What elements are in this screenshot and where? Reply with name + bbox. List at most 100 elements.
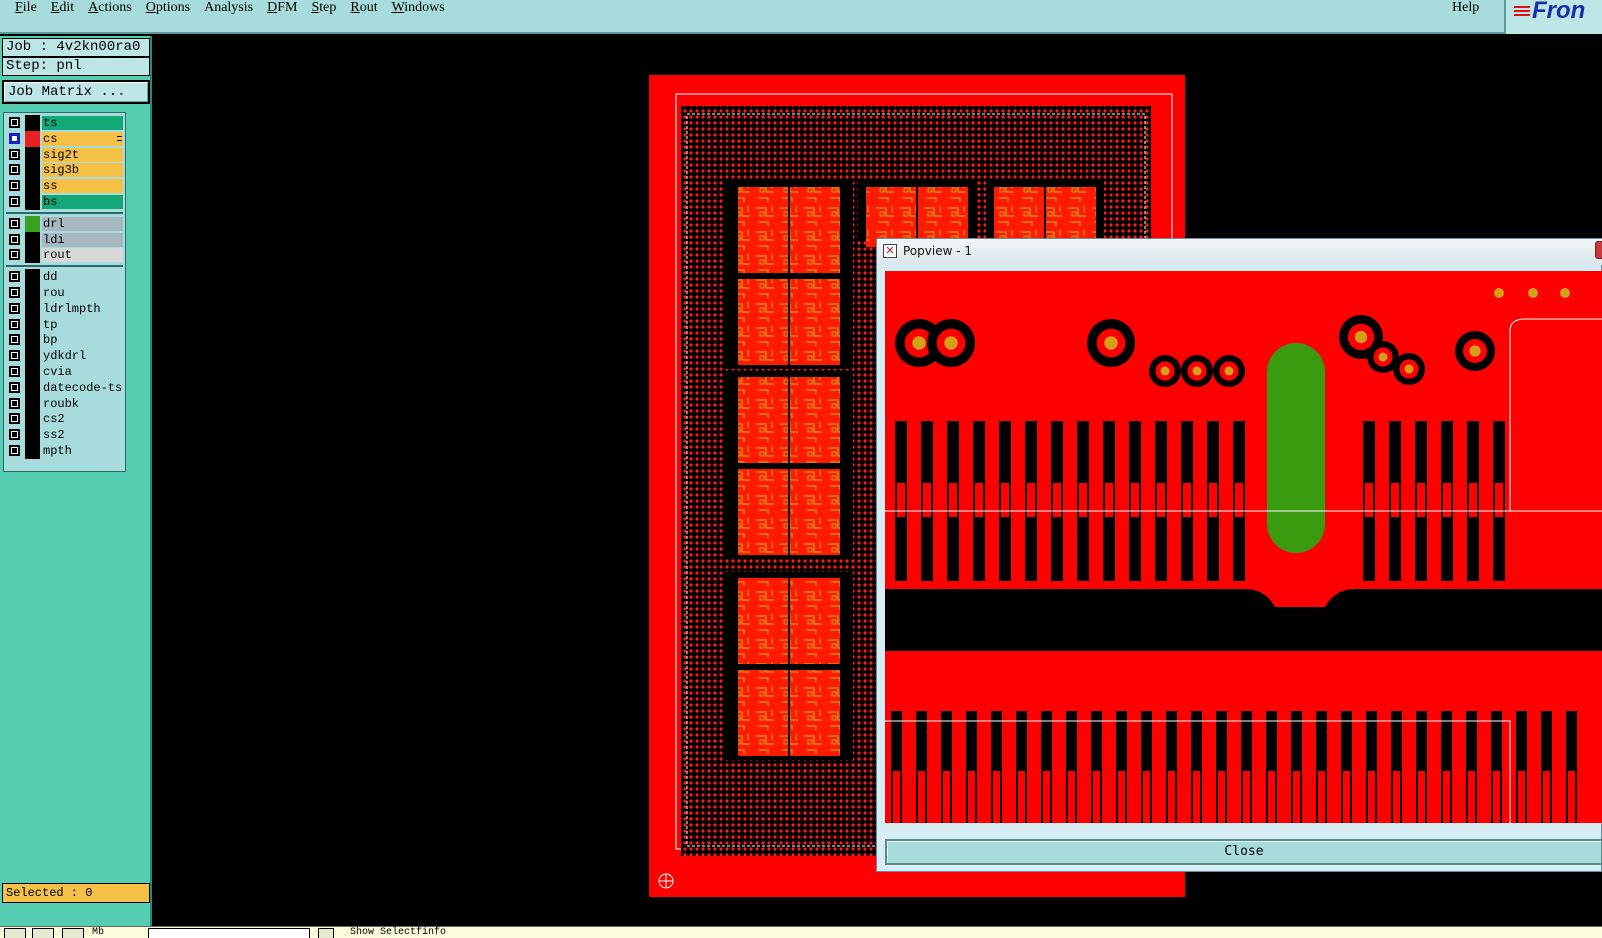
layer-name[interactable]: ss2 — [42, 428, 123, 443]
layer-checkbox[interactable] — [9, 233, 20, 245]
layer-name[interactable]: bp — [42, 333, 123, 348]
layer-checkbox[interactable] — [9, 164, 20, 176]
layer-row-datecode-ts[interactable]: datecode-ts — [4, 379, 125, 396]
status-toggle-icon[interactable] — [318, 928, 334, 938]
layer-name[interactable]: ts — [42, 116, 123, 130]
menu-step[interactable]: Step — [304, 0, 343, 18]
layer-row-roubk[interactable]: roubk — [4, 395, 125, 412]
layer-name[interactable]: mpth — [42, 444, 123, 458]
layer-name[interactable]: ydkdrl — [42, 349, 123, 364]
menu-windows[interactable]: Windows — [385, 0, 452, 18]
layer-name[interactable]: cs — [42, 131, 123, 146]
layer-color-swatch[interactable] — [25, 300, 40, 317]
layer-row-ldrlmpth[interactable]: ldrlmpth — [4, 300, 125, 317]
layer-checkbox[interactable] — [9, 271, 20, 283]
status-tool-3-icon[interactable] — [62, 928, 84, 938]
layer-color-swatch[interactable] — [25, 332, 40, 349]
layer-checkbox[interactable] — [9, 287, 20, 298]
menu-actions[interactable]: Actions — [81, 0, 139, 18]
layer-checkbox[interactable] — [9, 381, 20, 393]
layer-row-ss[interactable]: ss — [4, 178, 125, 195]
layer-row-tp[interactable]: tp — [4, 316, 125, 333]
status-tool-2-icon[interactable] — [32, 928, 54, 938]
layer-name[interactable]: sig3b — [42, 163, 123, 178]
layer-row-cs[interactable]: cs — [4, 130, 125, 147]
layer-name[interactable]: roubk — [42, 396, 123, 411]
layer-row-mpth[interactable]: mpth — [4, 443, 125, 459]
layer-row-cvia[interactable]: cvia — [4, 364, 125, 380]
layer-color-swatch[interactable] — [25, 364, 40, 380]
status-tool-1-icon[interactable] — [4, 928, 26, 938]
layer-row-rou[interactable]: rou — [4, 285, 125, 301]
layer-checkbox[interactable] — [9, 117, 20, 128]
menu-options[interactable]: Options — [139, 0, 197, 18]
layer-name[interactable]: datecode-ts — [42, 380, 123, 395]
layer-checkbox[interactable] — [9, 148, 20, 160]
layer-color-swatch[interactable] — [25, 194, 40, 210]
layer-checkbox[interactable] — [9, 318, 20, 330]
layer-color-swatch[interactable] — [25, 395, 40, 412]
menu-edit[interactable]: Edit — [44, 0, 81, 18]
layer-color-swatch[interactable] — [25, 146, 40, 163]
layer-name[interactable]: ldi — [42, 232, 123, 247]
layer-checkbox[interactable] — [9, 334, 20, 346]
layer-row-bs[interactable]: bs — [4, 194, 125, 210]
layer-menu-icon[interactable] — [117, 135, 122, 141]
layer-name[interactable]: cvia — [42, 365, 123, 379]
layer-color-swatch[interactable] — [25, 269, 40, 286]
layer-checkbox[interactable] — [9, 445, 20, 456]
layer-name[interactable]: ss — [42, 179, 123, 194]
menu-dfm[interactable]: DFM — [260, 0, 304, 18]
layer-row-ydkdrl[interactable]: ydkdrl — [4, 348, 125, 365]
layer-color-swatch[interactable] — [25, 115, 40, 131]
layer-row-sig3b[interactable]: sig3b — [4, 162, 125, 179]
menu-rout[interactable]: Rout — [343, 0, 384, 18]
layer-row-ts[interactable]: ts — [4, 115, 125, 131]
layer-name[interactable]: ldrlmpth — [42, 301, 123, 316]
layer-name[interactable]: rou — [42, 286, 123, 300]
layer-row-sig2t[interactable]: sig2t — [4, 146, 125, 163]
layer-color-swatch[interactable] — [25, 162, 40, 179]
layer-name[interactable]: rout — [42, 248, 123, 263]
layer-row-bp[interactable]: bp — [4, 332, 125, 349]
layer-color-swatch[interactable] — [25, 178, 40, 195]
menu-analysis[interactable]: Analysis — [197, 0, 260, 18]
layer-name[interactable]: bs — [42, 195, 123, 209]
layer-checkbox[interactable] — [9, 350, 20, 362]
layer-name[interactable]: sig2t — [42, 147, 123, 162]
layer-checkbox[interactable] — [9, 429, 20, 441]
layer-color-swatch[interactable] — [25, 443, 40, 459]
layer-row-rout[interactable]: rout — [4, 247, 125, 264]
job-matrix-button[interactable]: Job Matrix ... — [2, 80, 150, 104]
layer-name[interactable]: dd — [42, 270, 123, 285]
layer-row-dd[interactable]: dd — [4, 269, 125, 286]
layer-checkbox[interactable] — [9, 132, 20, 144]
layer-color-swatch[interactable] — [25, 130, 40, 147]
popview-window[interactable]: ✕ Popview - 1 Close — [876, 238, 1602, 872]
layer-checkbox[interactable] — [9, 217, 20, 229]
layer-name[interactable]: drl — [42, 216, 123, 231]
layer-checkbox[interactable] — [9, 196, 20, 207]
layer-name[interactable]: tp — [42, 317, 123, 332]
layer-checkbox[interactable] — [9, 366, 20, 377]
popview-zoom-view[interactable] — [885, 271, 1602, 823]
status-input[interactable] — [148, 928, 310, 938]
popview-close-button[interactable]: Close — [885, 839, 1602, 865]
layer-checkbox[interactable] — [9, 180, 20, 192]
layer-row-ldi[interactable]: ldi — [4, 231, 125, 248]
layer-name[interactable]: cs2 — [42, 412, 123, 427]
layer-color-swatch[interactable] — [25, 427, 40, 444]
layer-color-swatch[interactable] — [25, 316, 40, 333]
layer-color-swatch[interactable] — [25, 348, 40, 365]
layer-checkbox[interactable] — [9, 302, 20, 314]
layer-color-swatch[interactable] — [25, 285, 40, 301]
layer-color-swatch[interactable] — [25, 247, 40, 264]
layer-color-swatch[interactable] — [25, 411, 40, 428]
layer-color-swatch[interactable] — [25, 231, 40, 248]
layer-color-swatch[interactable] — [25, 215, 40, 232]
layer-checkbox[interactable] — [9, 413, 20, 425]
popview-titlebar[interactable]: ✕ Popview - 1 — [877, 239, 1602, 265]
layer-row-cs2[interactable]: cs2 — [4, 411, 125, 428]
layer-checkbox[interactable] — [9, 397, 20, 409]
layer-checkbox[interactable] — [9, 249, 20, 261]
